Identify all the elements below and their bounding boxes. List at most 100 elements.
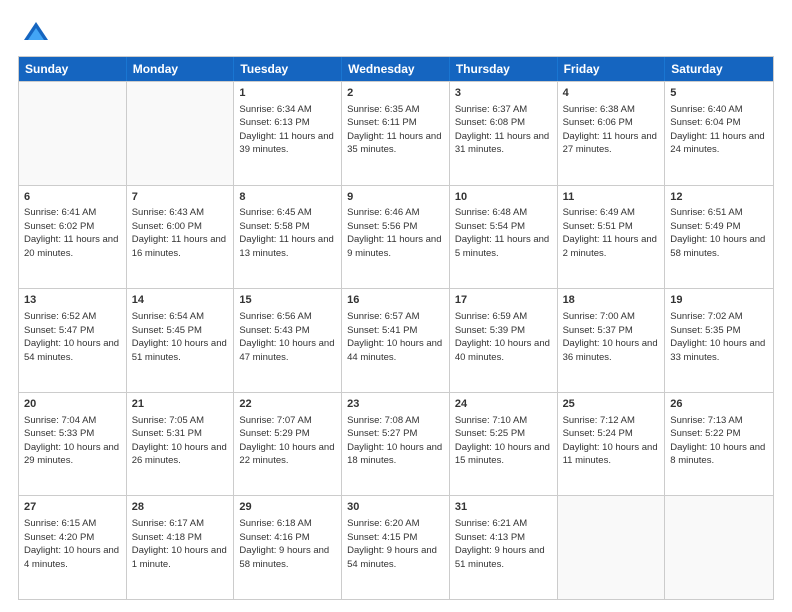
page: SundayMondayTuesdayWednesdayThursdayFrid… [0, 0, 792, 612]
cell-info: Sunrise: 6:18 AM Sunset: 4:16 PM Dayligh… [239, 518, 329, 570]
day-number: 14 [132, 293, 229, 308]
cell-info: Sunrise: 6:21 AM Sunset: 4:13 PM Dayligh… [455, 518, 545, 570]
day-number: 18 [563, 293, 660, 308]
day-number: 17 [455, 293, 552, 308]
calendar-cell [127, 82, 235, 185]
cell-info: Sunrise: 6:45 AM Sunset: 5:58 PM Dayligh… [239, 207, 333, 259]
calendar-cell: 1 Sunrise: 6:34 AM Sunset: 6:13 PM Daylig… [234, 82, 342, 185]
cell-info: Sunrise: 6:57 AM Sunset: 5:41 PM Dayligh… [347, 311, 442, 363]
cell-info: Sunrise: 6:56 AM Sunset: 5:43 PM Dayligh… [239, 311, 334, 363]
header [18, 18, 774, 46]
calendar-cell: 10Sunrise: 6:48 AM Sunset: 5:54 PM Dayli… [450, 186, 558, 289]
calendar-week-row: 13 Sunrise: 6:52 AM Sunset: 5:47 PM Dayli… [19, 288, 773, 392]
cell-info: Sunrise: 7:02 AM Sunset: 5:35 PM Dayligh… [670, 311, 765, 363]
calendar-cell: 14 Sunrise: 6:54 AM Sunset: 5:45 PM Dayli… [127, 289, 235, 392]
calendar-cell: 6 Sunrise: 6:41 AM Sunset: 6:02 PM Daylig… [19, 186, 127, 289]
cell-info: Sunrise: 7:05 AM Sunset: 5:31 PM Dayligh… [132, 415, 227, 467]
logo-icon [22, 18, 50, 46]
calendar-header-cell: Sunday [19, 57, 127, 81]
cell-info: Sunrise: 7:13 AM Sunset: 5:22 PM Dayligh… [670, 415, 765, 467]
calendar-week-row: 20Sunrise: 7:04 AM Sunset: 5:33 PM Dayli… [19, 392, 773, 496]
cell-info: Sunrise: 6:34 AM Sunset: 6:13 PM Dayligh… [239, 104, 333, 156]
calendar-cell: 21 Sunrise: 7:05 AM Sunset: 5:31 PM Dayli… [127, 393, 235, 496]
calendar-cell: 19 Sunrise: 7:02 AM Sunset: 5:35 PM Dayli… [665, 289, 773, 392]
day-number: 7 [132, 190, 229, 205]
day-number: 15 [239, 293, 336, 308]
cell-info: Sunrise: 6:51 AM Sunset: 5:49 PM Dayligh… [670, 207, 765, 259]
calendar-header-cell: Wednesday [342, 57, 450, 81]
calendar-cell: 3Sunrise: 6:37 AM Sunset: 6:08 PM Daylig… [450, 82, 558, 185]
day-number: 29 [239, 500, 336, 515]
cell-info: Sunrise: 7:08 AM Sunset: 5:27 PM Dayligh… [347, 415, 442, 467]
day-number: 28 [132, 500, 229, 515]
day-number: 6 [24, 190, 121, 205]
calendar-cell: 22 Sunrise: 7:07 AM Sunset: 5:29 PM Dayli… [234, 393, 342, 496]
cell-info: Sunrise: 6:38 AM Sunset: 6:06 PM Dayligh… [563, 104, 657, 156]
day-number: 5 [670, 86, 768, 101]
day-number: 27 [24, 500, 121, 515]
cell-info: Sunrise: 6:15 AM Sunset: 4:20 PM Dayligh… [24, 518, 119, 570]
calendar-cell [19, 82, 127, 185]
cell-info: Sunrise: 6:17 AM Sunset: 4:18 PM Dayligh… [132, 518, 227, 570]
cell-info: Sunrise: 6:35 AM Sunset: 6:11 PM Dayligh… [347, 104, 441, 156]
day-number: 1 [239, 86, 336, 101]
calendar-header-cell: Monday [127, 57, 235, 81]
calendar-cell [665, 496, 773, 599]
day-number: 23 [347, 397, 444, 412]
calendar-cell: 12Sunrise: 6:51 AM Sunset: 5:49 PM Dayli… [665, 186, 773, 289]
day-number: 13 [24, 293, 121, 308]
cell-info: Sunrise: 6:40 AM Sunset: 6:04 PM Dayligh… [670, 104, 764, 156]
day-number: 16 [347, 293, 444, 308]
calendar: SundayMondayTuesdayWednesdayThursdayFrid… [18, 56, 774, 600]
cell-info: Sunrise: 7:00 AM Sunset: 5:37 PM Dayligh… [563, 311, 658, 363]
day-number: 2 [347, 86, 444, 101]
day-number: 22 [239, 397, 336, 412]
calendar-header-cell: Friday [558, 57, 666, 81]
cell-info: Sunrise: 6:52 AM Sunset: 5:47 PM Dayligh… [24, 311, 119, 363]
calendar-cell: 28 Sunrise: 6:17 AM Sunset: 4:18 PM Dayli… [127, 496, 235, 599]
day-number: 19 [670, 293, 768, 308]
calendar-cell: 17Sunrise: 6:59 AM Sunset: 5:39 PM Dayli… [450, 289, 558, 392]
cell-info: Sunrise: 6:20 AM Sunset: 4:15 PM Dayligh… [347, 518, 437, 570]
cell-info: Sunrise: 7:10 AM Sunset: 5:25 PM Dayligh… [455, 415, 550, 467]
day-number: 9 [347, 190, 444, 205]
day-number: 25 [563, 397, 660, 412]
calendar-week-row: 1 Sunrise: 6:34 AM Sunset: 6:13 PM Daylig… [19, 81, 773, 185]
calendar-header-cell: Saturday [665, 57, 773, 81]
calendar-cell: 7Sunrise: 6:43 AM Sunset: 6:00 PM Daylig… [127, 186, 235, 289]
calendar-cell: 13 Sunrise: 6:52 AM Sunset: 5:47 PM Dayli… [19, 289, 127, 392]
calendar-cell: 30 Sunrise: 6:20 AM Sunset: 4:15 PM Dayli… [342, 496, 450, 599]
cell-info: Sunrise: 6:49 AM Sunset: 5:51 PM Dayligh… [563, 207, 657, 259]
calendar-cell: 16 Sunrise: 6:57 AM Sunset: 5:41 PM Dayli… [342, 289, 450, 392]
calendar-cell: 4 Sunrise: 6:38 AM Sunset: 6:06 PM Daylig… [558, 82, 666, 185]
calendar-header-cell: Tuesday [234, 57, 342, 81]
day-number: 24 [455, 397, 552, 412]
day-number: 20 [24, 397, 121, 412]
calendar-cell: 18 Sunrise: 7:00 AM Sunset: 5:37 PM Dayli… [558, 289, 666, 392]
calendar-cell: 15 Sunrise: 6:56 AM Sunset: 5:43 PM Dayli… [234, 289, 342, 392]
day-number: 11 [563, 190, 660, 205]
logo [18, 18, 50, 46]
day-number: 31 [455, 500, 552, 515]
day-number: 4 [563, 86, 660, 101]
day-number: 21 [132, 397, 229, 412]
calendar-cell: 31 Sunrise: 6:21 AM Sunset: 4:13 PM Dayli… [450, 496, 558, 599]
day-number: 8 [239, 190, 336, 205]
calendar-header-row: SundayMondayTuesdayWednesdayThursdayFrid… [19, 57, 773, 81]
calendar-cell: 25Sunrise: 7:12 AM Sunset: 5:24 PM Dayli… [558, 393, 666, 496]
day-number: 3 [455, 86, 552, 101]
calendar-cell: 5 Sunrise: 6:40 AM Sunset: 6:04 PM Daylig… [665, 82, 773, 185]
cell-info: Sunrise: 6:48 AM Sunset: 5:54 PM Dayligh… [455, 207, 549, 259]
calendar-cell: 9Sunrise: 6:46 AM Sunset: 5:56 PM Daylig… [342, 186, 450, 289]
calendar-week-row: 6 Sunrise: 6:41 AM Sunset: 6:02 PM Daylig… [19, 185, 773, 289]
calendar-cell: 26Sunrise: 7:13 AM Sunset: 5:22 PM Dayli… [665, 393, 773, 496]
cell-info: Sunrise: 7:07 AM Sunset: 5:29 PM Dayligh… [239, 415, 334, 467]
calendar-cell: 11 Sunrise: 6:49 AM Sunset: 5:51 PM Dayli… [558, 186, 666, 289]
calendar-cell [558, 496, 666, 599]
calendar-cell: 29 Sunrise: 6:18 AM Sunset: 4:16 PM Dayli… [234, 496, 342, 599]
cell-info: Sunrise: 6:54 AM Sunset: 5:45 PM Dayligh… [132, 311, 227, 363]
cell-info: Sunrise: 6:41 AM Sunset: 6:02 PM Dayligh… [24, 207, 118, 259]
calendar-cell: 20Sunrise: 7:04 AM Sunset: 5:33 PM Dayli… [19, 393, 127, 496]
day-number: 30 [347, 500, 444, 515]
calendar-cell: 27 Sunrise: 6:15 AM Sunset: 4:20 PM Dayli… [19, 496, 127, 599]
